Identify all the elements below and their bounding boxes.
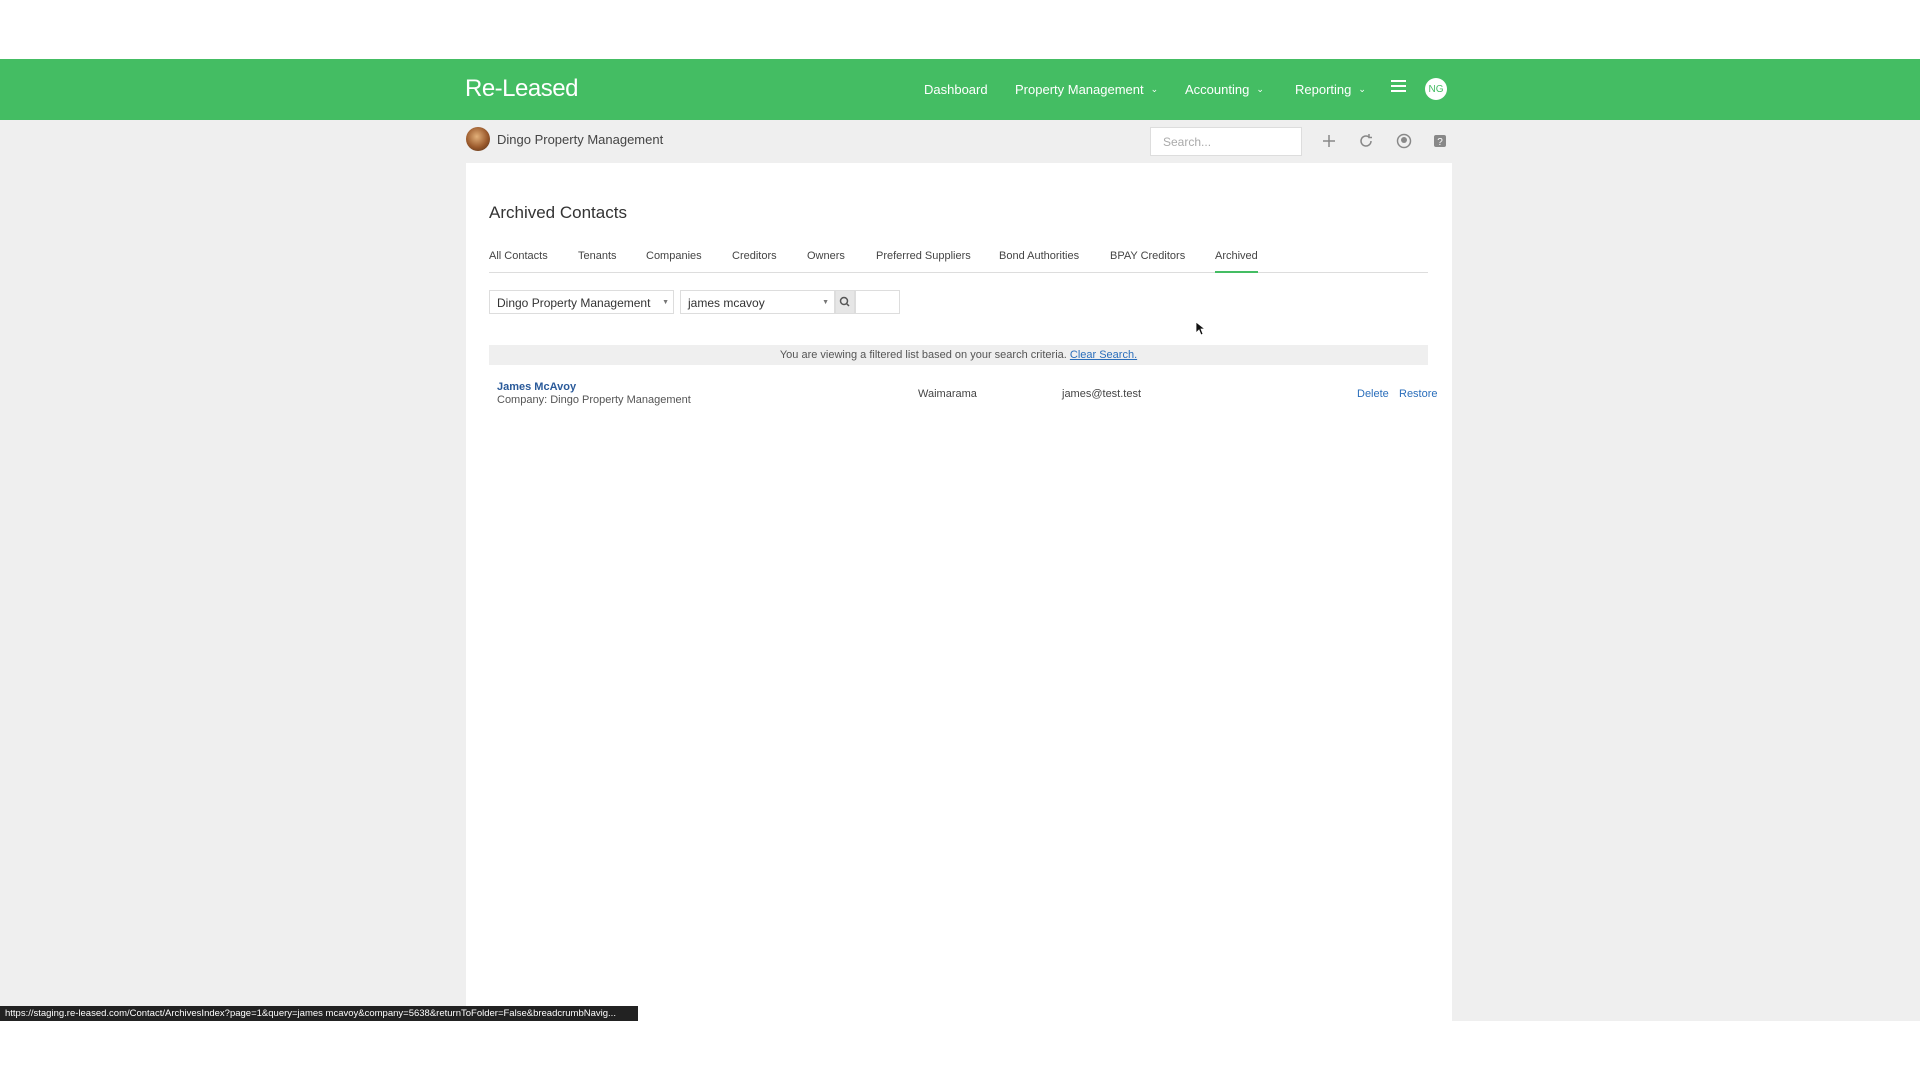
refresh-icon[interactable] — [1358, 133, 1374, 149]
organisation-avatar — [466, 127, 490, 151]
support-icon[interactable] — [1396, 133, 1412, 149]
tab-bond-authorities[interactable]: Bond Authorities — [999, 250, 1079, 262]
browser-viewport: Re-Leased Dashboard Property Management … — [0, 59, 1920, 1021]
tab-all-contacts[interactable]: All Contacts — [489, 250, 548, 262]
contact-search-value: james mcavoy — [688, 296, 765, 310]
nav-accounting[interactable]: Accounting ⌄ — [1185, 82, 1264, 97]
company-filter-value: Dingo Property Management — [497, 296, 651, 310]
company-filter-select[interactable]: Dingo Property Management ▼ — [489, 290, 674, 314]
mouse-cursor-icon — [1196, 322, 1206, 336]
chevron-down-icon: ⌄ — [1256, 84, 1264, 94]
search-button[interactable] — [835, 290, 855, 314]
tab-creditors[interactable]: Creditors — [732, 250, 777, 262]
plus-icon[interactable] — [1321, 133, 1337, 149]
contact-tabs: All Contacts Tenants Companies Creditors… — [489, 247, 1428, 273]
contact-name-link[interactable]: James McAvoy — [497, 381, 576, 393]
delete-link[interactable]: Delete — [1357, 388, 1389, 400]
filter-notice-text: You are viewing a filtered list based on… — [779, 349, 1067, 361]
hamburger-menu-icon[interactable] — [1391, 80, 1406, 94]
chevron-down-icon: ⌄ — [1358, 84, 1366, 94]
nav-property-management[interactable]: Property Management ⌄ — [1015, 82, 1158, 97]
contact-row: James McAvoy Company: Dingo Property Man… — [489, 381, 1438, 409]
contact-location: Waimarama — [918, 388, 977, 400]
tab-owners[interactable]: Owners — [807, 250, 845, 262]
nav-reporting[interactable]: Reporting ⌄ — [1295, 82, 1366, 97]
top-navbar: Re-Leased Dashboard Property Management … — [0, 59, 1920, 120]
tab-tenants[interactable]: Tenants — [578, 250, 617, 262]
search-extra-field[interactable] — [855, 290, 900, 314]
search-icon — [839, 296, 850, 307]
chevron-down-icon: ⌄ — [1150, 84, 1159, 94]
tab-archived[interactable]: Archived — [1215, 250, 1258, 273]
svg-text:?: ? — [1437, 137, 1443, 148]
organisation-name: Dingo Property Management — [497, 132, 664, 147]
contact-company: Company: Dingo Property Management — [497, 394, 691, 406]
main-panel: Archived Contacts All Contacts Tenants C… — [466, 163, 1452, 1021]
nav-property-management-label: Property Management — [1015, 82, 1144, 97]
user-initials: NG — [1428, 83, 1444, 95]
nav-dashboard-label: Dashboard — [924, 82, 988, 97]
global-search-input[interactable] — [1150, 127, 1302, 156]
caret-down-icon: ▼ — [822, 299, 829, 306]
context-bar: Dingo Property Management ? — [466, 127, 1452, 161]
status-bar-url: https://staging.re-leased.com/Contact/Ar… — [0, 1006, 638, 1021]
contact-search-select[interactable]: james mcavoy ▼ — [680, 290, 835, 314]
restore-link[interactable]: Restore — [1399, 388, 1438, 400]
app-logo[interactable]: Re-Leased — [465, 75, 578, 103]
help-icon[interactable]: ? — [1432, 133, 1448, 149]
nav-dashboard[interactable]: Dashboard — [924, 82, 988, 97]
tab-preferred-suppliers[interactable]: Preferred Suppliers — [876, 250, 971, 262]
clear-search-link[interactable]: Clear Search. — [1070, 349, 1137, 361]
filter-notice: You are viewing a filtered list based on… — [489, 345, 1428, 365]
page-title: Archived Contacts — [489, 203, 627, 222]
nav-accounting-label: Accounting — [1185, 82, 1250, 97]
caret-down-icon: ▼ — [662, 299, 669, 306]
user-avatar[interactable]: NG — [1425, 78, 1447, 100]
tab-bpay-creditors[interactable]: BPAY Creditors — [1110, 250, 1185, 262]
contact-email: james@test.test — [1062, 388, 1142, 400]
tab-companies[interactable]: Companies — [646, 250, 702, 262]
nav-reporting-label: Reporting — [1295, 82, 1352, 97]
